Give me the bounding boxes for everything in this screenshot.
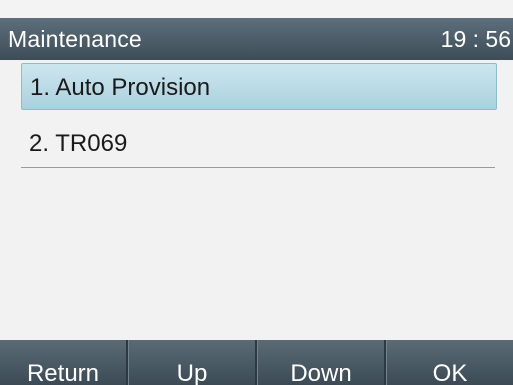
clock: 19 : 56 bbox=[440, 26, 511, 52]
ok-button[interactable]: OK bbox=[386, 340, 513, 385]
down-button[interactable]: Down bbox=[257, 340, 386, 385]
menu-item-label: 2. TR069 bbox=[29, 130, 128, 157]
title-bar: Maintenance 19 : 56 bbox=[0, 18, 513, 60]
menu-item-tr069[interactable]: 2. TR069 bbox=[21, 120, 495, 168]
return-button[interactable]: Return bbox=[0, 340, 128, 385]
menu-list: 1. Auto Provision 2. TR069 bbox=[0, 60, 513, 340]
softkey-bar: Return Up Down OK bbox=[0, 340, 513, 385]
page-title: Maintenance bbox=[8, 26, 142, 52]
menu-item-label: 1. Auto Provision bbox=[30, 74, 211, 101]
up-button[interactable]: Up bbox=[128, 340, 257, 385]
menu-item-auto-provision[interactable]: 1. Auto Provision bbox=[21, 63, 497, 110]
phone-screen: Maintenance 19 : 56 1. Auto Provision 2.… bbox=[0, 0, 513, 385]
